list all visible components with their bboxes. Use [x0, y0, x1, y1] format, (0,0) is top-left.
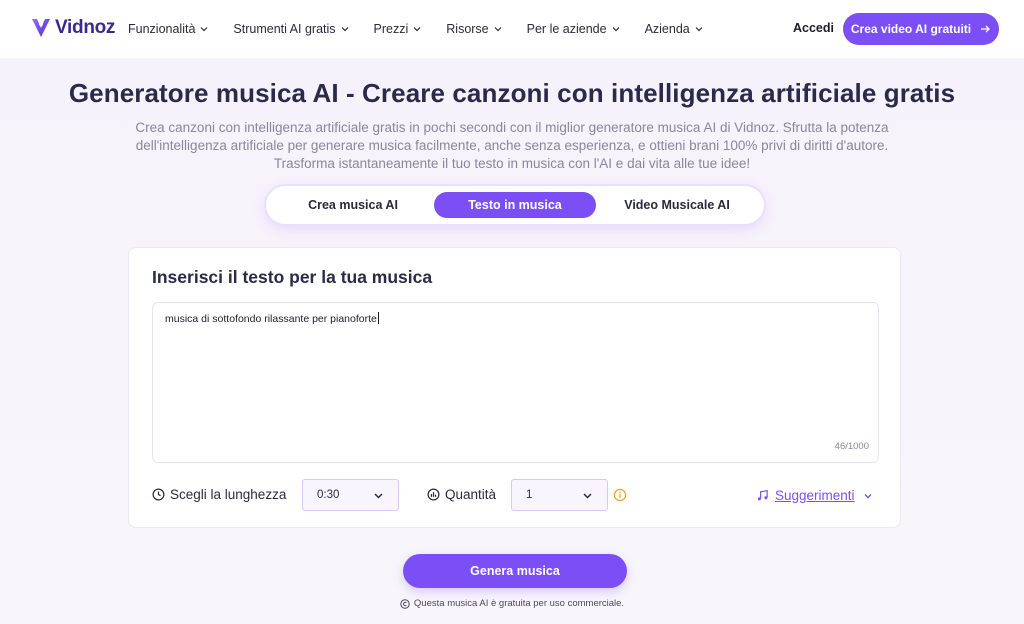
quantity-select[interactable]: 1	[511, 479, 608, 511]
nav-item-strumenti[interactable]: Strumenti AI gratis	[233, 22, 349, 36]
chevron-down-icon	[374, 492, 383, 499]
chevron-down-icon	[413, 27, 421, 32]
create-video-button[interactable]: Crea video AI gratuiti	[843, 13, 999, 45]
nav-menu: Funzionalità Strumenti AI gratis Prezzi …	[128, 0, 728, 58]
vidnoz-logo[interactable]: Vidnoz	[30, 16, 115, 40]
length-select[interactable]: 0:30	[302, 479, 399, 511]
chevron-down-icon	[341, 27, 348, 32]
copyright-icon	[400, 598, 410, 609]
music-text-input[interactable]: musica di sottofondo rilassante per pian…	[152, 302, 879, 463]
clock-icon	[152, 488, 165, 501]
nav-item-prezzi[interactable]: Prezzi	[374, 22, 423, 36]
chevron-down-icon	[864, 493, 872, 498]
nav-item-label: Risorse	[446, 22, 489, 36]
info-icon[interactable]	[613, 488, 627, 502]
suggestions-label: Suggerimenti	[775, 488, 855, 503]
length-label-text: Scegli la lunghezza	[170, 487, 287, 502]
suggestions-toggle[interactable]: Suggerimenti	[756, 488, 873, 503]
nav-item-label: Prezzi	[373, 22, 409, 36]
page-title: Generatore musica AI - Creare canzoni co…	[68, 78, 956, 108]
generate-music-button[interactable]: Genera musica	[403, 554, 627, 588]
nav-item-label: Strumenti AI gratis	[233, 22, 336, 36]
arrow-right-icon	[981, 25, 991, 33]
quantity-icon	[427, 488, 440, 501]
text-value: musica di sottofondo rilassante per pian…	[165, 312, 379, 325]
form-title: Inserisci il testo per la tua musica	[152, 267, 433, 287]
tab-testo-in-musica[interactable]: Testo in musica	[434, 192, 596, 218]
nav-item-risorse[interactable]: Risorse	[446, 22, 502, 36]
tab-crea-musica[interactable]: Crea musica AI	[272, 192, 434, 218]
nav-item-label: Azienda	[644, 22, 690, 36]
nav-item-aziende[interactable]: Per le aziende	[527, 22, 621, 36]
chevron-down-icon	[494, 27, 502, 32]
brand-name: Vidnoz	[55, 17, 116, 38]
char-counter: 46/1000	[834, 441, 869, 452]
quantity-label-text: Quantità	[445, 487, 497, 502]
top-navbar: Vidnoz Funzionalità Strumenti AI gratis …	[0, 0, 1024, 58]
vidnoz-logo-icon	[32, 19, 50, 37]
tab-video-musicale[interactable]: Video Musicale AI	[596, 192, 758, 218]
nav-item-azienda[interactable]: Azienda	[645, 22, 704, 36]
music-form-card: Inserisci il testo per la tua musica mus…	[128, 247, 901, 528]
footnote-text: Questa musica AI è gratuita per uso comm…	[413, 598, 625, 609]
mode-tabs: Crea musica AI Testo in musica Video Mus…	[266, 186, 764, 224]
chevron-down-icon	[612, 27, 619, 32]
chevron-down-icon	[695, 27, 703, 32]
nav-item-funzionalita[interactable]: Funzionalità	[128, 22, 209, 36]
quantity-value: 1	[526, 489, 533, 501]
text-value-content: musica di sottofondo rilassante per pian…	[165, 313, 377, 325]
chevron-down-icon	[200, 27, 208, 32]
commercial-use-note: Questa musica AI è gratuita per uso comm…	[0, 598, 1024, 609]
create-video-label: Crea video AI gratuiti	[850, 22, 972, 36]
text-caret	[377, 312, 379, 324]
length-value: 0:30	[317, 489, 340, 501]
music-note-icon	[757, 489, 768, 501]
page-subtitle: Crea canzoni con intelligenza artificial…	[135, 120, 889, 171]
nav-item-label: Funzionalità	[128, 22, 196, 36]
nav-item-label: Per le aziende	[526, 22, 607, 36]
chevron-down-icon	[583, 492, 592, 499]
login-link[interactable]: Accedi	[793, 21, 834, 35]
length-label: Scegli la lunghezza	[152, 487, 286, 502]
quantity-label: Quantità	[427, 487, 496, 502]
